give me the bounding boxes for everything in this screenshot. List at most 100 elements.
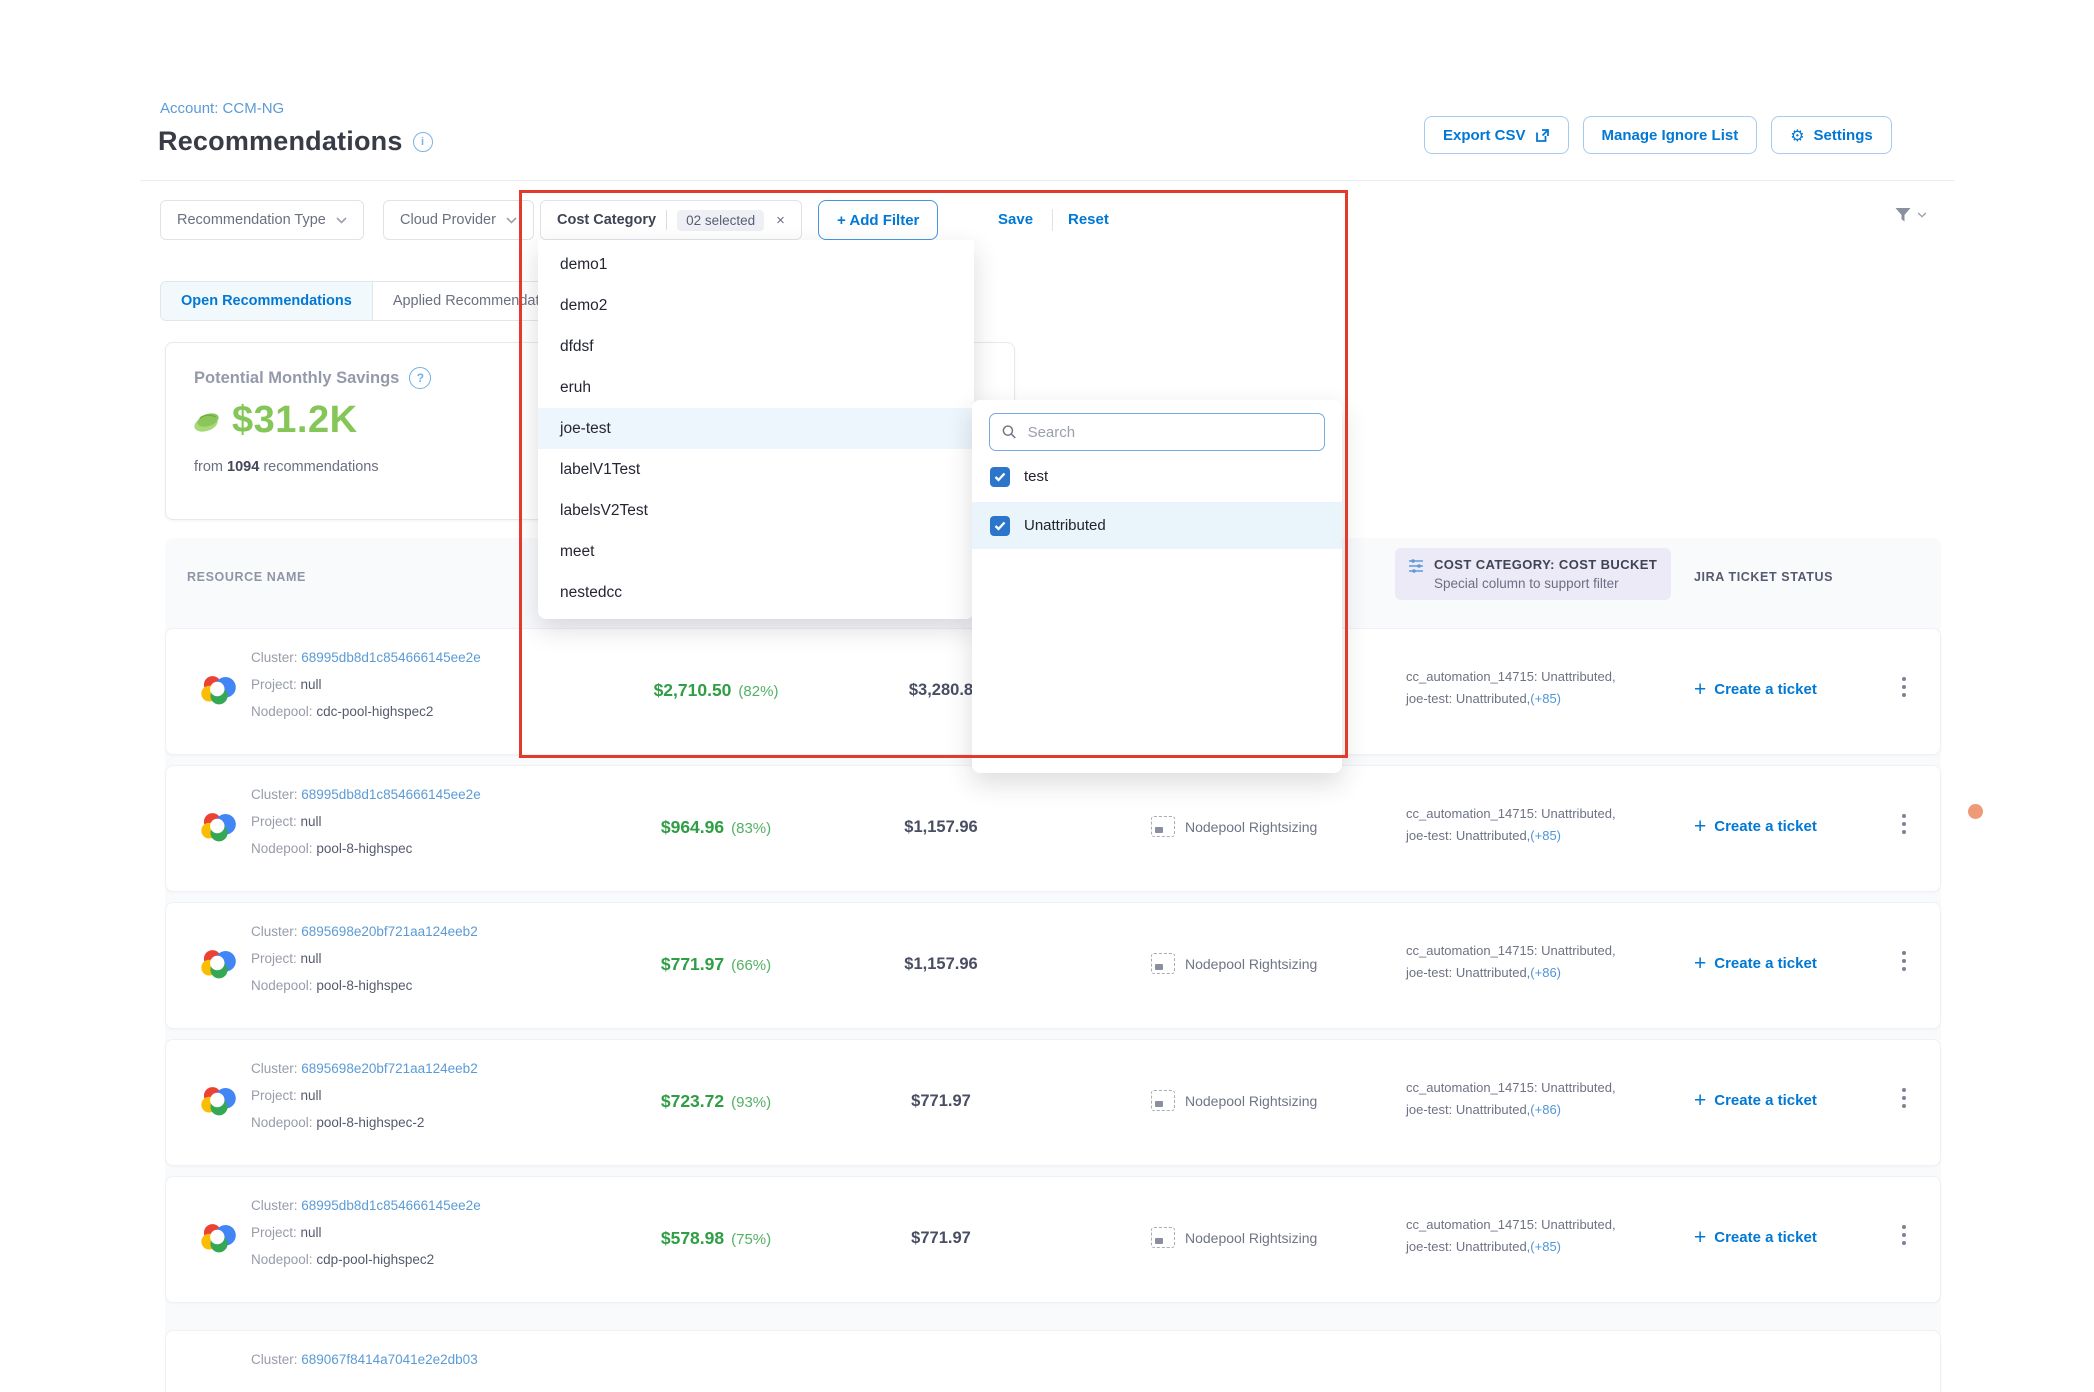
nodepool-icon bbox=[1151, 1090, 1175, 1111]
export-csv-button[interactable]: Export CSV bbox=[1424, 116, 1569, 154]
account-breadcrumb[interactable]: Account: CCM-NG bbox=[160, 100, 284, 117]
cost-category-cell: cc_automation_14715: Unattributed,joe-te… bbox=[1406, 666, 1616, 710]
more-buckets-link[interactable]: (+86) bbox=[1530, 1102, 1561, 1117]
table-row: Cluster: 6895698e20bf721aa124eeb2Project… bbox=[165, 1039, 1941, 1166]
cluster-link[interactable]: 68995db8d1c854666145ee2e bbox=[301, 1198, 480, 1213]
bucket-option-Unattributed[interactable]: Unattributed bbox=[972, 502, 1342, 549]
filter-panel-toggle[interactable] bbox=[1893, 205, 1927, 225]
checkbox-checked-icon[interactable] bbox=[990, 516, 1010, 536]
recommendations-tabs: Open Recommendations Applied Recommendat… bbox=[160, 281, 587, 321]
settings-label: Settings bbox=[1814, 127, 1873, 144]
row-menu-button[interactable] bbox=[1902, 677, 1906, 697]
settings-button[interactable]: ⚙ Settings bbox=[1771, 116, 1892, 154]
save-filter-button[interactable]: Save bbox=[998, 211, 1033, 228]
funnel-icon bbox=[1893, 205, 1913, 225]
cluster-link[interactable]: 6895698e20bf721aa124eeb2 bbox=[301, 1061, 477, 1076]
dropdown-item-meet[interactable]: meet bbox=[538, 531, 974, 572]
dropdown-item-demo2[interactable]: demo2 bbox=[538, 285, 974, 326]
monthly-savings-cell: $964.96(83%) bbox=[606, 817, 826, 838]
help-icon[interactable]: ? bbox=[409, 367, 431, 389]
create-ticket-button[interactable]: +Create a ticket bbox=[1694, 1227, 1817, 1248]
recommendation-type-cell: Nodepool Rightsizing bbox=[1151, 953, 1317, 974]
resource-name-cell: Cluster: 68995db8d1c854666145ee2eProject… bbox=[251, 1192, 481, 1273]
create-ticket-button[interactable]: +Create a ticket bbox=[1694, 1090, 1817, 1111]
gear-icon: ⚙ bbox=[1790, 126, 1804, 145]
row-menu-button[interactable] bbox=[1902, 1088, 1906, 1108]
cluster-link[interactable]: 6895698e20bf721aa124eeb2 bbox=[301, 924, 477, 939]
add-filter-button[interactable]: + Add Filter bbox=[818, 200, 938, 240]
add-filter-label: + Add Filter bbox=[837, 212, 919, 229]
cost-category-cell: cc_automation_14715: Unattributed,joe-te… bbox=[1406, 940, 1616, 984]
manage-ignore-list-button[interactable]: Manage Ignore List bbox=[1583, 116, 1758, 154]
dropdown-item-labelsV2Test[interactable]: labelsV2Test bbox=[538, 490, 974, 531]
chevron-down-icon bbox=[506, 217, 517, 224]
more-buckets-link[interactable]: (+85) bbox=[1530, 1239, 1561, 1254]
savings-card-title: Potential Monthly Savings bbox=[194, 369, 399, 388]
nodepool-icon bbox=[1151, 953, 1175, 974]
dropdown-item-demo1[interactable]: demo1 bbox=[538, 244, 974, 285]
recommendation-type-filter[interactable]: Recommendation Type bbox=[160, 200, 364, 240]
header-actions: Export CSV Manage Ignore List ⚙ Settings bbox=[1424, 116, 1892, 154]
info-icon[interactable]: i bbox=[413, 132, 433, 152]
row-menu-button[interactable] bbox=[1902, 814, 1906, 834]
more-buckets-link[interactable]: (+85) bbox=[1530, 828, 1561, 843]
resource-name-cell: Cluster: 68995db8d1c854666145ee2eProject… bbox=[251, 644, 481, 725]
bucket-search-input[interactable] bbox=[1026, 423, 1312, 442]
column-header-resource-name: RESOURCE NAME bbox=[187, 570, 306, 584]
reset-filter-button[interactable]: Reset bbox=[1068, 211, 1109, 228]
clear-filter-icon[interactable]: × bbox=[776, 212, 785, 229]
cloud-provider-filter[interactable]: Cloud Provider bbox=[383, 200, 534, 240]
nodepool-icon bbox=[1151, 1227, 1175, 1248]
column-header-cost-category[interactable]: COST CATEGORY: COST BUCKET Special colum… bbox=[1395, 548, 1671, 600]
create-ticket-button[interactable]: +Create a ticket bbox=[1694, 679, 1817, 700]
plus-icon: + bbox=[1694, 1227, 1706, 1248]
gcp-cloud-icon bbox=[198, 808, 240, 849]
link-divider bbox=[1052, 209, 1053, 231]
bucket-option-test[interactable]: test bbox=[972, 453, 1342, 500]
recommendations-page: Account: CCM-NG Recommendations i Export… bbox=[0, 0, 2094, 1392]
table-row: Cluster: 6895698e20bf721aa124eeb2Project… bbox=[165, 902, 1941, 1029]
cluster-link[interactable]: 689067f8414a7041e2e2db03 bbox=[301, 1352, 477, 1367]
create-ticket-button[interactable]: +Create a ticket bbox=[1694, 816, 1817, 837]
table-row: Cluster: 68995db8d1c854666145ee2eProject… bbox=[165, 1176, 1941, 1303]
cost-category-filter-chip[interactable]: Cost Category 02 selected × bbox=[540, 200, 802, 240]
sliders-icon bbox=[1407, 557, 1425, 575]
gcp-cloud-icon bbox=[198, 1082, 240, 1123]
dropdown-item-dfdsf[interactable]: dfdsf bbox=[538, 326, 974, 367]
cost-category-cell: cc_automation_14715: Unattributed,joe-te… bbox=[1406, 1214, 1616, 1258]
dropdown-item-nestedcc[interactable]: nestedcc bbox=[538, 572, 974, 613]
more-buckets-link[interactable]: (+86) bbox=[1530, 965, 1561, 980]
plus-icon: + bbox=[1694, 816, 1706, 837]
bucket-option-label: Unattributed bbox=[1024, 517, 1106, 534]
plus-icon: + bbox=[1694, 1090, 1706, 1111]
dropdown-item-joe-test[interactable]: joe-test bbox=[538, 408, 974, 449]
monthly-savings-cell: $723.72(93%) bbox=[606, 1091, 826, 1112]
resource-name-cell: Cluster: 689067f8414a7041e2e2db03 bbox=[251, 1346, 478, 1373]
monthly-savings-cell: $771.97(66%) bbox=[606, 954, 826, 975]
more-buckets-link[interactable]: (+85) bbox=[1530, 691, 1561, 706]
nodepool-icon bbox=[1151, 816, 1175, 837]
create-ticket-button[interactable]: +Create a ticket bbox=[1694, 953, 1817, 974]
dropdown-item-labelV1Test[interactable]: labelV1Test bbox=[538, 449, 974, 490]
row-menu-button[interactable] bbox=[1902, 1225, 1906, 1245]
savings-card-title-row: Potential Monthly Savings ? bbox=[194, 367, 431, 389]
tab-open-recommendations[interactable]: Open Recommendations bbox=[161, 282, 372, 320]
plus-icon: + bbox=[1694, 679, 1706, 700]
cost-category-chip-label: Cost Category bbox=[557, 212, 656, 228]
cost-category-cell: cc_automation_14715: Unattributed,joe-te… bbox=[1406, 803, 1616, 847]
cluster-link[interactable]: 68995db8d1c854666145ee2e bbox=[301, 787, 480, 802]
checkbox-checked-icon[interactable] bbox=[990, 467, 1010, 487]
external-link-icon bbox=[1535, 128, 1550, 143]
row-menu-button[interactable] bbox=[1902, 951, 1906, 971]
recommendation-type-label: Recommendation Type bbox=[177, 212, 326, 228]
savings-amount-row: $31.2K bbox=[192, 399, 358, 442]
chip-divider bbox=[666, 210, 667, 230]
cost-bucket-dropdown: test Unattributed bbox=[972, 400, 1342, 773]
cluster-link[interactable]: 68995db8d1c854666145ee2e bbox=[301, 650, 480, 665]
gcp-cloud-icon bbox=[198, 945, 240, 986]
bucket-search-box bbox=[989, 413, 1325, 451]
dropdown-item-eruh[interactable]: eruh bbox=[538, 367, 974, 408]
gcp-cloud-icon bbox=[198, 1219, 240, 1260]
side-widget-dot[interactable] bbox=[1968, 804, 1983, 819]
plus-icon: + bbox=[1694, 953, 1706, 974]
